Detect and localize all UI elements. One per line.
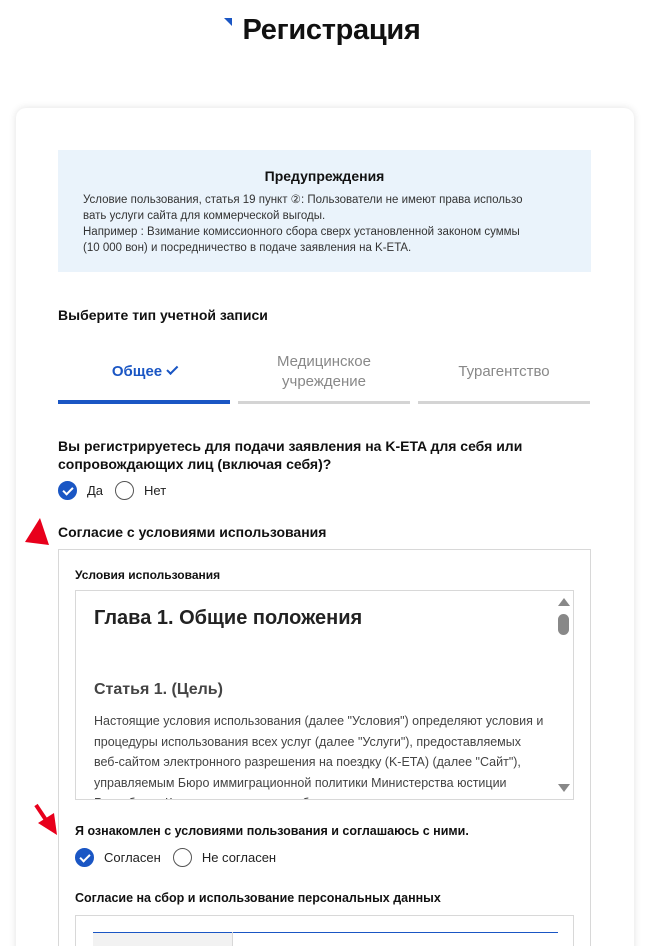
- warning-box: Предупреждения Условие пользования, стат…: [58, 150, 591, 272]
- scroll-thumb[interactable]: [558, 614, 569, 635]
- radio-agree-label: Согласен: [104, 850, 161, 865]
- self-registration-question: Вы регистрируетесь для подачи заявления …: [58, 438, 523, 472]
- page-header: Регистрация: [0, 14, 663, 47]
- terms-consent-question: Я ознакомлен с условиями пользования и с…: [75, 824, 469, 838]
- radio-no[interactable]: [115, 481, 135, 500]
- radio-yes[interactable]: [58, 481, 77, 500]
- tab-medical-underline: [238, 401, 410, 404]
- scroll-down-arrow-icon[interactable]: [558, 784, 570, 792]
- tab-medical-institution[interactable]: Медицинское учреждение: [238, 340, 410, 404]
- tab-travel-agency-label: Турагентство: [458, 363, 550, 380]
- scroll-up-arrow-icon[interactable]: [558, 598, 570, 606]
- personal-data-table-header-cell: [93, 933, 232, 946]
- annotation-arrow-consent: [34, 803, 57, 835]
- annotation-arrow-terms: [25, 518, 49, 545]
- terms-chapter-heading: Глава 1. Общие положения: [94, 607, 363, 629]
- personal-data-table-top-border: [93, 932, 558, 933]
- tab-general-underline: [58, 400, 230, 404]
- terms-consent-options: Согласен Не согласен: [75, 848, 288, 867]
- page-title: Регистрация: [224, 14, 421, 47]
- tab-general-label: Общее: [111, 363, 163, 380]
- terms-box-label: Условия использования: [75, 568, 221, 582]
- personal-data-table-divider: [232, 932, 233, 946]
- radio-no-label: Нет: [144, 483, 167, 498]
- personal-data-label: Согласие на сбор и использование персона…: [75, 891, 441, 905]
- radio-disagree-label: Не согласен: [201, 850, 277, 865]
- terms-section-label: Согласие с условиями использования: [58, 524, 327, 540]
- personal-data-table: [75, 915, 574, 946]
- tab-medical-institution-label: Медицинское учреждение: [277, 353, 371, 390]
- terms-body-text: Настоящие условия использования (далее "…: [94, 714, 544, 799]
- warning-text: Условие пользования, статья 19 пункт ②: …: [83, 194, 523, 254]
- radio-disagree[interactable]: [172, 848, 192, 867]
- radio-agree[interactable]: [75, 848, 94, 867]
- tab-travel-agency[interactable]: Турагентство: [418, 340, 590, 404]
- terms-scroll-area[interactable]: Глава 1. Общие положения Статья 1. (Цель…: [75, 590, 574, 800]
- warning-title: Предупреждения: [264, 168, 385, 184]
- terms-scrollbar[interactable]: [553, 594, 573, 796]
- self-registration-options: Да Нет: [58, 481, 178, 500]
- tab-general[interactable]: Общее: [58, 340, 230, 404]
- radio-yes-label: Да: [87, 483, 104, 498]
- check-icon: [166, 362, 179, 375]
- terms-article-heading: Статья 1. (Цель): [94, 681, 223, 698]
- account-type-label: Выберите тип учетной записи: [58, 307, 268, 323]
- title-accent-mark: [224, 18, 233, 26]
- tab-travel-underline: [418, 401, 590, 404]
